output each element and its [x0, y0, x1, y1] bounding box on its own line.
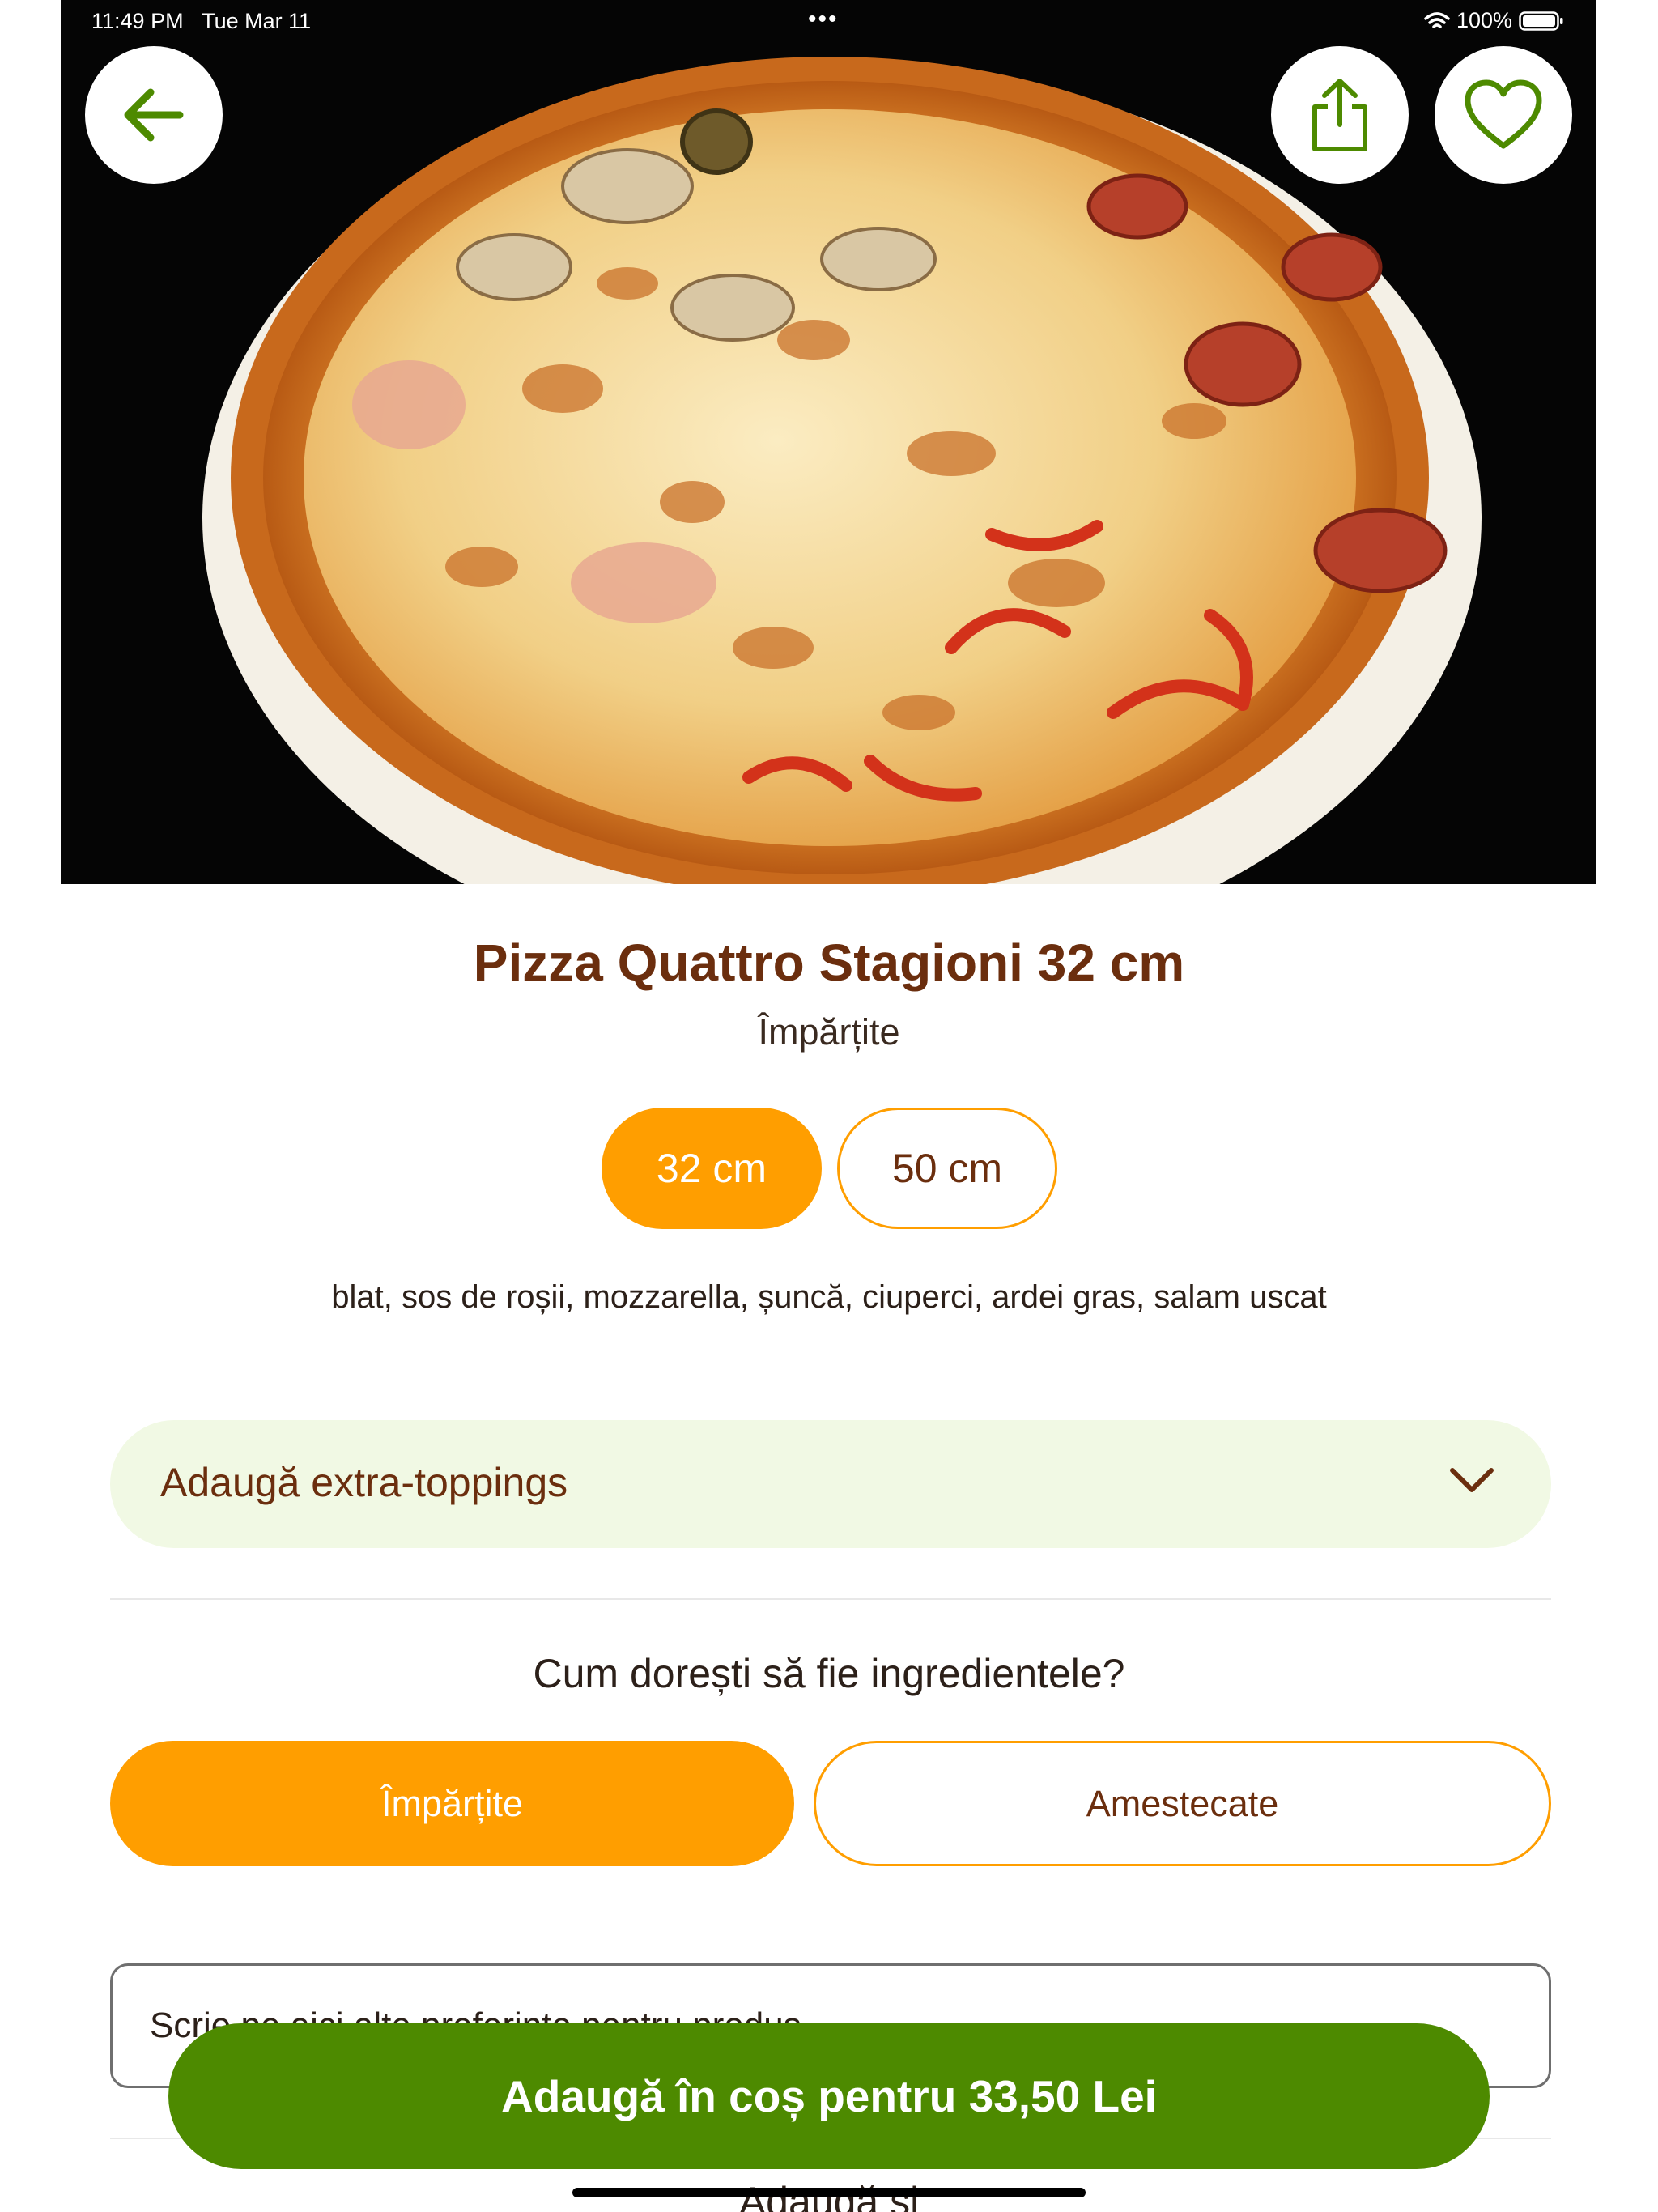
heart-icon: [1465, 79, 1542, 149]
multitasking-dots[interactable]: •••: [808, 7, 839, 32]
mixed-ingredients-button[interactable]: Amestecate: [814, 1741, 1551, 1866]
status-date-text: Tue Mar 11: [202, 9, 312, 33]
extra-toppings-accordion[interactable]: Adaugă extra-toppings: [110, 1420, 1551, 1548]
chevron-down-icon: [1448, 1464, 1496, 1500]
battery-percent: 100%: [1456, 8, 1512, 32]
home-indicator[interactable]: [572, 2188, 1086, 2197]
size-option-50[interactable]: 50 cm: [837, 1108, 1057, 1229]
share-button[interactable]: [1271, 46, 1409, 184]
divider: [110, 1598, 1551, 1600]
product-subtitle: Împărțite: [758, 1011, 900, 1053]
split-ingredients-button[interactable]: Împărțite: [110, 1741, 794, 1866]
share-icon: [1312, 79, 1367, 151]
extra-toppings-label: Adaugă extra-toppings: [160, 1460, 568, 1505]
arrow-left-icon: [124, 88, 184, 142]
product-screen: 11:49 PM Tue Mar 11 ••• 100% Pizza Quatt…: [0, 0, 1658, 2212]
add-to-cart-button[interactable]: Adaugă în coș pentru 33,50 Lei: [168, 2023, 1490, 2169]
favorite-button[interactable]: [1435, 46, 1572, 184]
back-button[interactable]: [85, 46, 223, 184]
status-right: 100%: [1424, 8, 1564, 33]
ingredients-mode-question: Cum dorești să fie ingredientele?: [533, 1651, 1125, 1696]
size-option-32[interactable]: 32 cm: [602, 1108, 822, 1229]
status-time-text: 11:49 PM: [91, 9, 184, 33]
status-time: 11:49 PM Tue Mar 11: [91, 9, 311, 34]
battery-icon: [1519, 11, 1564, 32]
product-title: Pizza Quattro Stagioni 32 cm: [473, 934, 1185, 992]
ingredients-text: blat, sos de roșii, mozzarella, șuncă, c…: [331, 1279, 1327, 1315]
wifi-icon: [1424, 11, 1450, 31]
status-bar: 11:49 PM Tue Mar 11 ••• 100%: [61, 0, 1596, 45]
